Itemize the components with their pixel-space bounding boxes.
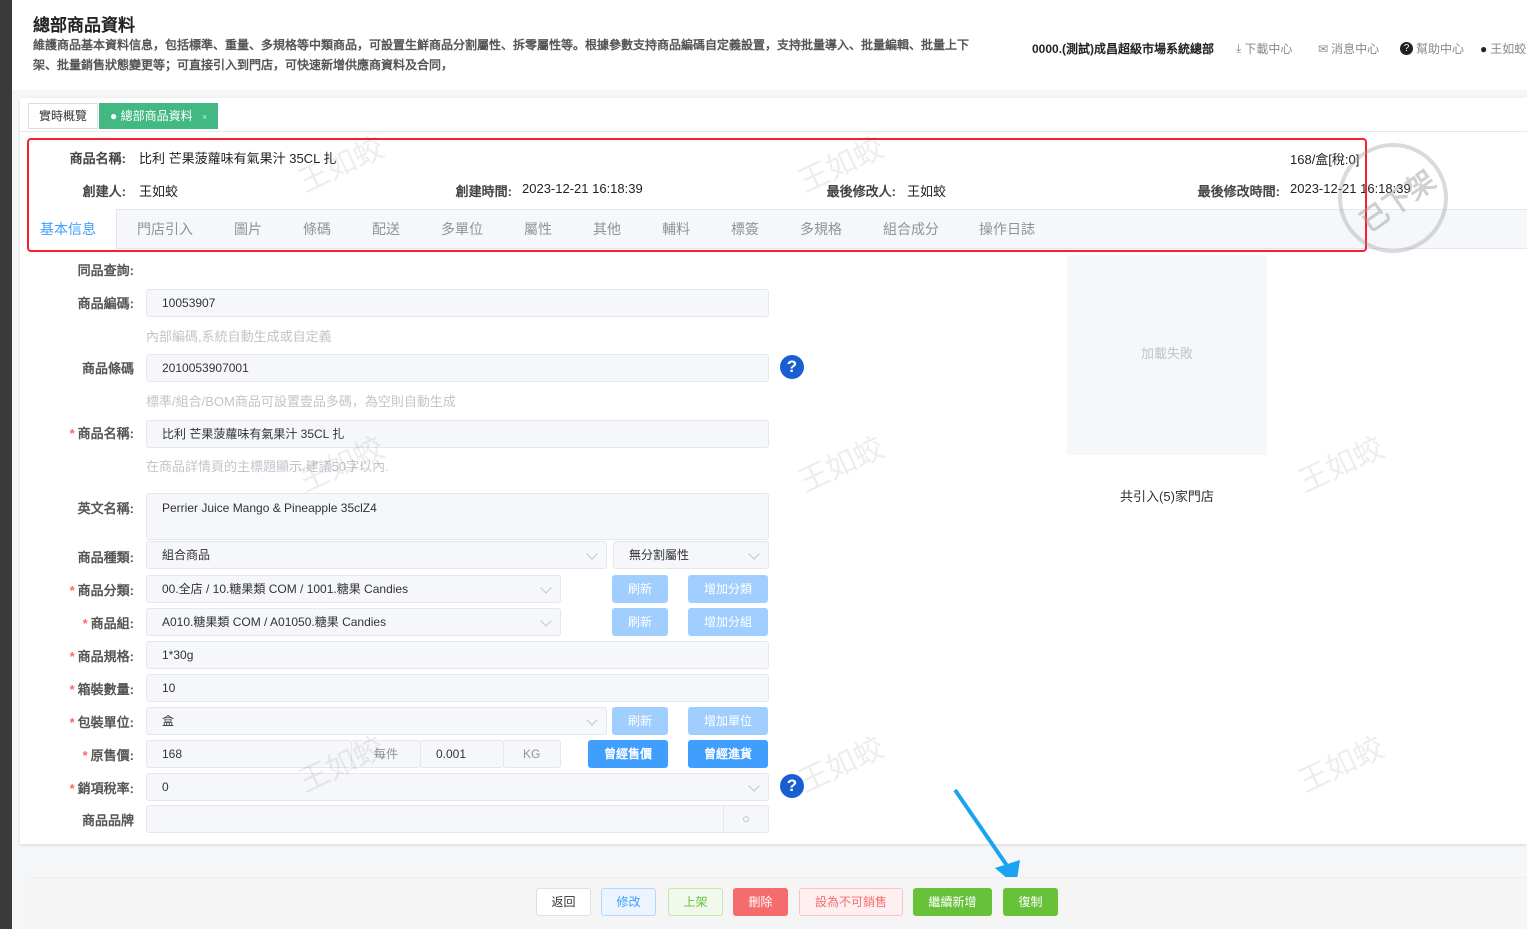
category-select[interactable]: 00.全店 / 10.糖果類 COM / 1001.糖果 Candies	[146, 575, 561, 603]
chevron-down-icon	[748, 780, 760, 792]
highlight-annotation-box	[27, 138, 1367, 252]
delete-button[interactable]: 刪除	[733, 888, 788, 916]
add-unit-button[interactable]: 增加單位	[688, 707, 768, 735]
annotation-arrow-icon	[953, 788, 1020, 886]
product-name-input[interactable]: 比利 芒果菠蘿味有氣果汁 35CL 扎	[146, 420, 769, 448]
tab-close-icon[interactable]: ×	[202, 112, 207, 122]
add-group-button[interactable]: 增加分組	[688, 608, 768, 636]
continue-add-button[interactable]: 繼續新增	[913, 888, 992, 916]
english-name-label: 英文名稱:	[77, 501, 134, 516]
group-label: 商品組:	[90, 616, 134, 631]
user-icon: ●	[1480, 41, 1488, 56]
back-button[interactable]: 返回	[536, 888, 591, 916]
help-icon: ?	[1400, 42, 1413, 55]
page-title: 總部商品資料	[33, 16, 135, 35]
past-purchase-button[interactable]: 曾經進貨	[688, 740, 768, 768]
name-label: 商品名稱:	[77, 426, 134, 441]
search-icon[interactable]: ○	[723, 806, 768, 832]
chevron-down-icon	[586, 548, 598, 560]
copy-button[interactable]: 復制	[1003, 888, 1058, 916]
product-type-select[interactable]: 組合商品	[146, 541, 607, 569]
chevron-down-icon	[540, 582, 552, 594]
product-code-input[interactable]: 10053907	[146, 289, 769, 317]
code-hint: 內部編碼,系統自動生成或自定義	[146, 329, 332, 344]
spec-label: 商品規格:	[77, 649, 134, 664]
barcode-input[interactable]: 2010053907001	[146, 354, 769, 382]
download-icon: ⤓	[1236, 41, 1242, 55]
message-center-link[interactable]: ✉ 消息中心	[1318, 40, 1379, 57]
refresh-category-button[interactable]: 刷新	[612, 575, 668, 603]
category-label: 商品分類:	[77, 583, 134, 598]
barcode-label: 商品條碼	[81, 361, 134, 376]
spec-input[interactable]: 1*30g	[146, 641, 769, 669]
chevron-down-icon	[586, 714, 598, 726]
org-name: 0000.(測試)成昌超級市場系統總部	[1032, 42, 1215, 56]
download-center-link[interactable]: ⤓ 下載中心	[1236, 40, 1292, 57]
help-center-link[interactable]: ? 幫助中心	[1400, 40, 1464, 57]
chevron-down-icon	[748, 548, 760, 560]
barcode-hint: 標準/組合/BOM商品可設置壹品多碼，為空則自動生成	[146, 394, 456, 409]
brand-input[interactable]	[146, 805, 769, 833]
set-unsellable-button[interactable]: 設為不可銷售	[799, 888, 903, 916]
weight-input[interactable]: 0.001	[420, 740, 504, 768]
edit-button[interactable]: 修改	[601, 888, 656, 916]
refresh-unit-button[interactable]: 刷新	[612, 707, 668, 735]
tab-realtime-overview[interactable]: 實時概覽	[28, 103, 99, 129]
tab-hq-product[interactable]: ● 總部商品資料 ×	[99, 103, 219, 129]
shelve-button[interactable]: 上架	[668, 888, 723, 916]
box-qty-label: 箱裝數量:	[77, 682, 134, 697]
tax-label: 銷項稅率:	[77, 781, 134, 796]
store-count: 共引入(5)家門店	[1120, 489, 1214, 504]
refresh-group-button[interactable]: 刷新	[612, 608, 668, 636]
past-sale-price-button[interactable]: 曾經售價	[588, 740, 668, 768]
tabs-bar	[20, 98, 1527, 132]
page-description: 維護商品基本資料信息，包括標準、重量、多規格等中類商品，可設置生鮮商品分割屬性、…	[33, 38, 970, 72]
code-label: 商品編碼:	[77, 296, 134, 311]
product-image-placeholder: 加載失敗	[1067, 255, 1267, 455]
type-label: 商品種類:	[77, 550, 134, 565]
tax-rate-select[interactable]: 0	[146, 773, 769, 801]
same-product-query-label: 同品查詢:	[77, 263, 134, 278]
weight-unit-label: KG	[503, 740, 561, 768]
left-sidebar-edge	[0, 0, 12, 929]
unit-select[interactable]: 盒	[146, 707, 607, 735]
help-icon[interactable]: ?	[780, 355, 804, 379]
mail-icon: ✉	[1318, 41, 1329, 56]
price-label: 原售價:	[90, 748, 134, 763]
split-attribute-select[interactable]: 無分割屬性	[613, 541, 769, 569]
add-category-button[interactable]: 增加分類	[688, 575, 768, 603]
group-select[interactable]: A010.糖果類 COM / A01050.糖果 Candies	[146, 608, 561, 636]
unit-label: 包裝單位:	[77, 715, 134, 730]
chevron-down-icon	[540, 615, 552, 627]
box-qty-input[interactable]: 10	[146, 674, 769, 702]
user-menu[interactable]: ● 王如蛟	[1480, 40, 1526, 57]
english-name-textarea[interactable]: Perrier Juice Mango & Pineapple 35clZ4	[146, 493, 769, 540]
brand-label: 商品品牌	[81, 813, 134, 828]
